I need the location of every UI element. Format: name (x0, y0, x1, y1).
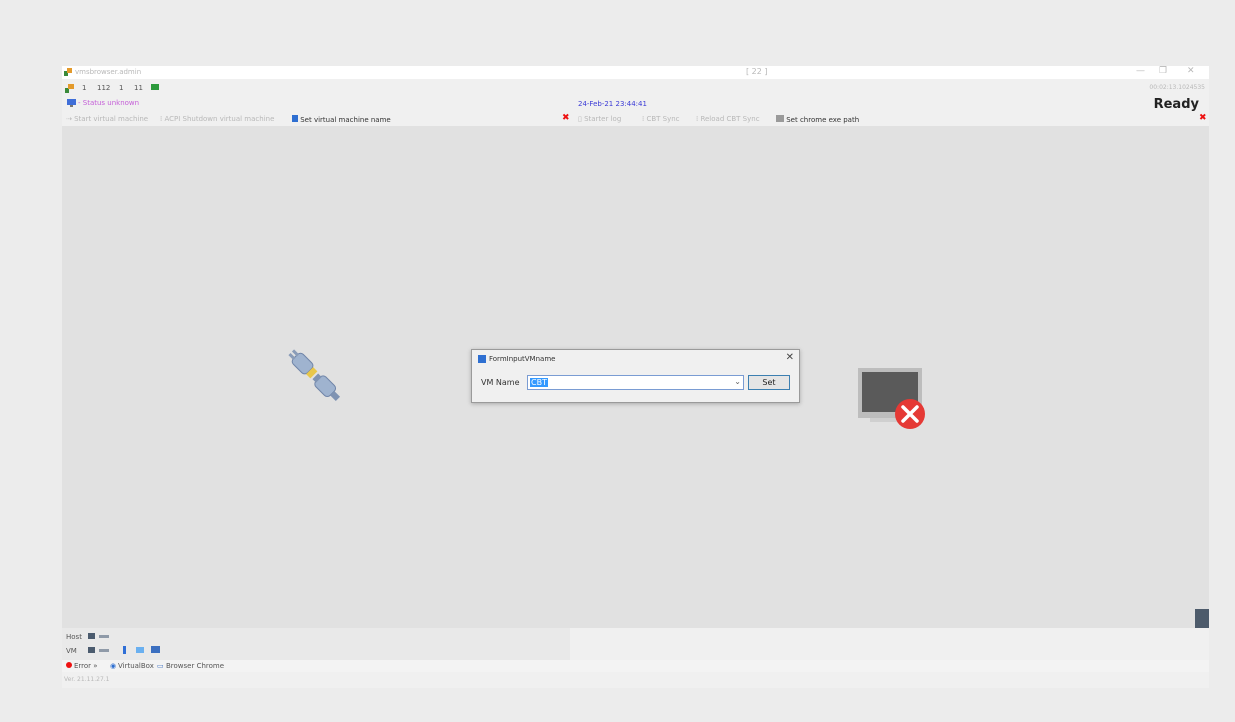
set-vm-name-button[interactable]: Set virtual machine name (292, 115, 391, 124)
starter-log-label: Starter log (584, 115, 622, 123)
right-panel-close-icon[interactable]: ✖ (1199, 113, 1207, 123)
ready-status: Ready (1153, 97, 1199, 112)
host-monitor-icon[interactable] (88, 632, 110, 642)
browser-status[interactable]: Browser Chrome (166, 662, 224, 670)
start-vm-label: Start virtual machine (74, 115, 149, 123)
window-title: vmsbrowser.admin (75, 68, 142, 76)
app-logo-icon (64, 68, 72, 76)
vm-label: VM (66, 647, 77, 655)
tab-indicator[interactable]: [ 22 ] (746, 67, 768, 76)
chevron-down-icon[interactable]: ⌄ (734, 377, 741, 386)
status-bar (62, 660, 1209, 672)
virtualbox-icon: ◉ (110, 662, 117, 670)
cbt-sync-button[interactable]: ⁞ CBT Sync (642, 115, 680, 123)
reload-cbt-sync-button[interactable]: ⁞ Reload CBT Sync (696, 115, 760, 123)
dialog-title: FormInputVMname (489, 355, 556, 363)
monitor-error-icon (856, 360, 930, 432)
vm-name-input[interactable]: CBT ⌄ (527, 375, 744, 390)
datetime-label: 24-Feb-21 23:44:41 (578, 100, 647, 108)
reload-cbt-sync-label: Reload CBT Sync (700, 115, 760, 123)
right-status-text: 00:02:13.1024535 (1149, 84, 1205, 91)
vm-name-value: CBT (530, 378, 548, 387)
set-vm-name-label: Set virtual machine name (300, 116, 391, 124)
toolbar-counter-3[interactable]: 1 (119, 84, 123, 92)
vm-toolbar-icons[interactable] (88, 646, 168, 657)
set-chrome-path-button[interactable]: Set chrome exe path (776, 115, 859, 124)
acpi-shutdown-button[interactable]: ⁞ ACPI Shutdown virtual machine (160, 115, 274, 123)
error-dot-icon (66, 662, 72, 668)
title-bar: vmsbrowser.admin [ 22 ] — ❐ ✕ (62, 66, 1209, 79)
document-icon (292, 115, 298, 122)
status-monitor-icon (67, 99, 76, 109)
quick-toolbar: 1 112 1 11 (62, 81, 662, 95)
vm-name-dialog: FormInputVMname ✕ VM Name CBT ⌄ Set (471, 349, 800, 403)
starter-log-button[interactable]: ▯ Starter log (578, 115, 621, 123)
set-button[interactable]: Set (748, 375, 790, 390)
restore-button[interactable]: ❐ (1159, 66, 1167, 76)
version-label: Ver. 21.11.27.1 (64, 676, 110, 683)
acpi-shutdown-label: ACPI Shutdown virtual machine (164, 115, 275, 123)
cbt-sync-label: CBT Sync (646, 115, 680, 123)
chrome-path-icon (776, 115, 784, 122)
bottom-panel: Host VM Error » ◉ VirtualBox ▭ Browser C… (62, 628, 1209, 688)
host-label: Host (66, 633, 82, 641)
dialog-close-button[interactable]: ✕ (786, 352, 794, 363)
minimize-button[interactable]: — (1136, 66, 1145, 76)
corner-scroll-handle[interactable] (1195, 609, 1209, 628)
dialog-app-icon (478, 355, 486, 363)
app-logo-small-icon[interactable] (65, 84, 74, 95)
start-vm-button[interactable]: ⇢ Start virtual machine (66, 115, 148, 123)
vm-name-label: VM Name (481, 378, 520, 387)
toolbar-counter-4[interactable]: 11 (134, 84, 143, 92)
error-status[interactable]: Error » (74, 662, 98, 670)
set-chrome-path-label: Set chrome exe path (786, 116, 860, 124)
flag-icon[interactable] (151, 84, 159, 93)
status-label: - Status unknown (78, 99, 140, 107)
disconnected-plug-icon (284, 346, 348, 410)
browser-icon: ▭ (157, 662, 164, 670)
close-window-button[interactable]: ✕ (1187, 66, 1195, 76)
toolbar-counter-2[interactable]: 112 (97, 84, 110, 92)
toolbar-counter-1[interactable]: 1 (82, 84, 86, 92)
virtualbox-status[interactable]: VirtualBox (118, 662, 154, 670)
left-panel-close-icon[interactable]: ✖ (562, 113, 570, 123)
